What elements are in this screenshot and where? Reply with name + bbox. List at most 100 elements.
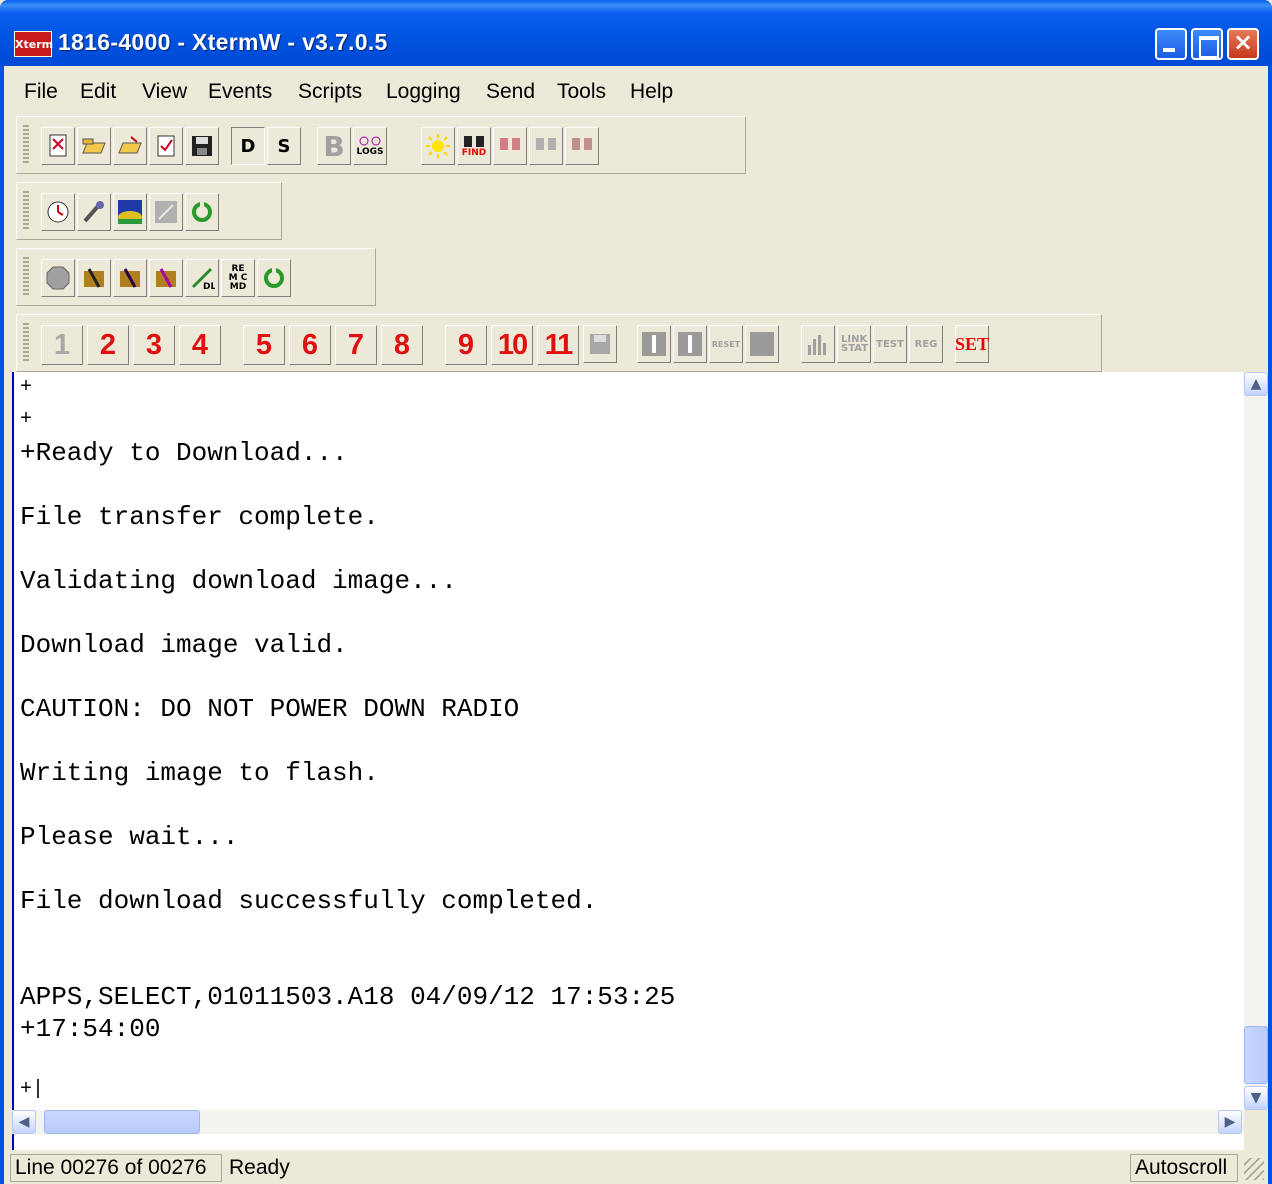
xterm-app-icon[interactable]: Xterm (14, 31, 53, 57)
reset-button[interactable]: RESET (709, 325, 743, 363)
resize-grip[interactable] (1244, 1158, 1264, 1180)
landscape-button[interactable] (113, 193, 147, 231)
logs-button[interactable]: LOGS (353, 127, 387, 165)
dl-button[interactable]: DL (185, 259, 219, 297)
grid-icon (678, 332, 702, 356)
b-label: B (323, 129, 345, 163)
number-button-3[interactable]: 3 (133, 325, 175, 365)
close-icon: × (1232, 28, 1254, 56)
d-label: D (240, 135, 256, 157)
wrench-button[interactable] (77, 193, 111, 231)
test-label: TEST (876, 338, 904, 350)
open-button[interactable] (77, 127, 111, 165)
grid-1-button[interactable] (637, 325, 671, 363)
maximize-button[interactable] (1191, 28, 1223, 60)
status-autoscroll[interactable]: Autoscroll (1130, 1154, 1238, 1182)
toolbar-grip[interactable] (23, 125, 29, 165)
terminal-line: Writing image to flash. (20, 758, 379, 788)
d-toggle-button[interactable]: D (231, 127, 265, 165)
close-button[interactable]: × (1227, 28, 1259, 60)
menu-logging[interactable]: Logging (386, 80, 461, 104)
checklist-button[interactable] (149, 127, 183, 165)
toolbar-grip[interactable] (23, 191, 29, 231)
number-button-4[interactable]: 4 (179, 325, 221, 365)
logs-label: LOGS (356, 147, 384, 157)
toolbar-grip[interactable] (23, 257, 29, 297)
reg-button[interactable]: REG (909, 325, 943, 363)
refresh-icon (264, 268, 284, 288)
horizontal-scroll-thumb[interactable] (44, 1110, 200, 1134)
set-button[interactable]: SET (955, 325, 989, 363)
save-button[interactable] (185, 127, 219, 165)
menu-send[interactable]: Send (486, 80, 535, 104)
terminal-line: + (20, 376, 33, 399)
minimize-button[interactable] (1155, 28, 1187, 60)
save-icon (192, 136, 212, 156)
test-button[interactable]: TEST (873, 325, 907, 363)
link-stat-button[interactable]: LINK STAT (837, 325, 871, 363)
reset-label: RESET (711, 339, 741, 349)
open-folder-button[interactable] (113, 127, 147, 165)
number-button-7[interactable]: 7 (335, 325, 377, 365)
disabled-icon (155, 201, 177, 223)
title-bar[interactable]: Xterm 1816-4000 - XtermW - v3.7.0.5 × (0, 0, 1272, 66)
bar-chart-button[interactable] (801, 325, 835, 363)
terminal-line: + (20, 408, 33, 431)
b-button[interactable]: B (317, 127, 351, 165)
menu-scripts[interactable]: Scripts (298, 80, 362, 104)
stop-button[interactable] (41, 259, 75, 297)
clock-button[interactable] (41, 193, 75, 231)
open-icon (82, 138, 106, 154)
number-button-6[interactable]: 6 (289, 325, 331, 365)
scroll-left-button[interactable]: ◀ (12, 1110, 36, 1134)
find-next-button[interactable] (493, 127, 527, 165)
number-button-8[interactable]: 8 (381, 325, 423, 365)
menu-help[interactable]: Help (630, 80, 673, 104)
find-all-button[interactable] (565, 127, 599, 165)
terminal-cursor-line: +| (20, 1078, 45, 1101)
scroll-down-button[interactable]: ▼ (1244, 1086, 1268, 1110)
menu-tools[interactable]: Tools (557, 80, 606, 104)
menu-view[interactable]: View (142, 80, 187, 104)
terminal-line: APPS,SELECT,01011503.A18 04/09/12 17:53:… (20, 982, 676, 1012)
menu-edit[interactable]: Edit (80, 80, 116, 104)
reg-label: REG (914, 338, 938, 350)
download-1-button[interactable] (77, 259, 111, 297)
number-button-5[interactable]: 5 (243, 325, 285, 365)
vertical-scroll-thumb[interactable] (1244, 1026, 1268, 1084)
number-button-11[interactable]: 11 (537, 325, 579, 365)
gray-block-button[interactable] (745, 325, 779, 363)
light-button[interactable] (421, 127, 455, 165)
download-3-button[interactable] (149, 259, 183, 297)
refresh-button[interactable] (185, 193, 219, 231)
disabled-tool-button[interactable] (149, 193, 183, 231)
menu-file[interactable]: File (24, 80, 58, 104)
s-button[interactable]: S (267, 127, 301, 165)
download-icon (120, 268, 140, 288)
s-label: S (277, 135, 291, 157)
dl-icon: DL (191, 267, 215, 291)
find-button[interactable]: FIND (457, 127, 491, 165)
save-disabled-button[interactable] (583, 325, 617, 363)
new-button[interactable] (41, 127, 75, 165)
refresh-2-button[interactable] (257, 259, 291, 297)
find-prev-button[interactable] (529, 127, 563, 165)
number-button-2[interactable]: 2 (87, 325, 129, 365)
download-2-button[interactable] (113, 259, 147, 297)
number-button-1[interactable]: 1 (41, 325, 83, 365)
number-button-9[interactable]: 9 (445, 325, 487, 365)
grid-2-button[interactable] (673, 325, 707, 363)
toolbar-main: D S B LOGS FIND (16, 116, 746, 174)
rem-cmd-button[interactable]: REM CMD (221, 259, 255, 297)
window-title: 1816-4000 - XtermW - v3.7.0.5 (58, 29, 388, 55)
scroll-up-button[interactable]: ▲ (1244, 372, 1268, 396)
find-label: FIND (461, 148, 487, 158)
number-button-10[interactable]: 10 (491, 325, 533, 365)
menu-events[interactable]: Events (208, 80, 272, 104)
block-icon (750, 332, 774, 356)
chevron-down-icon: ▼ (1250, 1090, 1262, 1106)
terminal-output[interactable]: + + +Ready to Download... File transfer … (12, 372, 1244, 1180)
scroll-right-button[interactable]: ▶ (1218, 1110, 1242, 1134)
toolbar-grip[interactable] (23, 323, 29, 363)
vertical-scrollbar[interactable] (1244, 372, 1268, 1110)
